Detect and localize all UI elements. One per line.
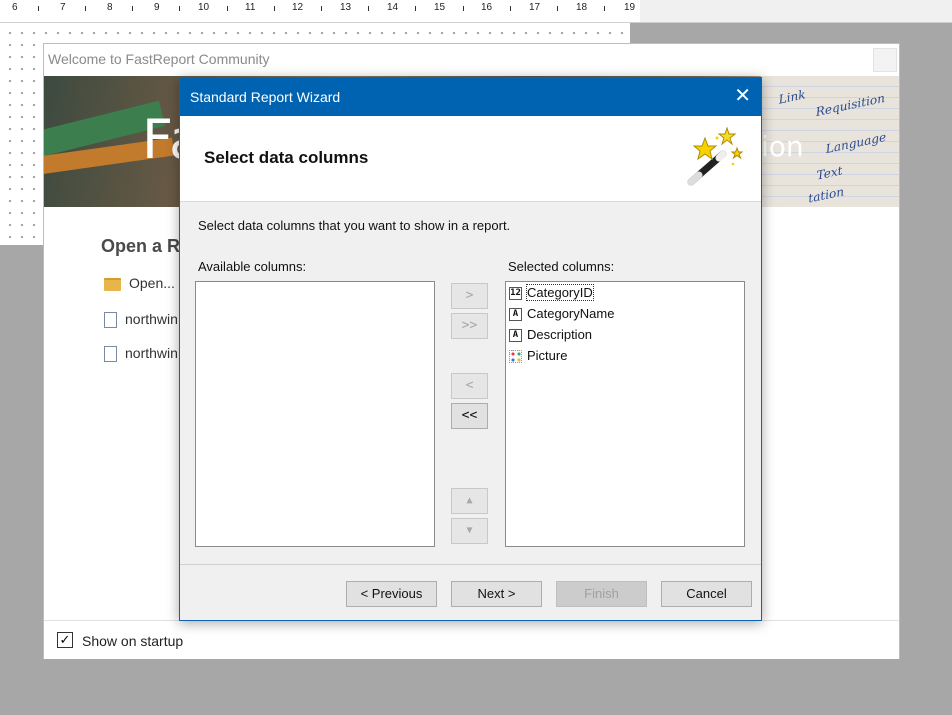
welcome-titlebar: Welcome to FastReport Community [44,44,899,76]
wizard-title: Standard Report Wizard [190,89,341,105]
close-icon[interactable]: ✕ [734,85,751,107]
wizard-header: Select data columns [180,116,761,202]
text-type-icon: A [509,308,522,322]
add-all-columns-button[interactable]: >> [451,313,488,339]
folder-icon [104,277,121,291]
ruler-tick [604,6,605,11]
ruler-number: 7 [60,2,66,13]
ruler-number: 10 [198,2,210,13]
ruler-number: 19 [624,2,636,13]
horizontal-ruler: 6 7 8 9 10 11 12 13 14 15 16 17 18 19 [0,0,952,23]
wizard-description: Select data columns that you want to sho… [198,218,511,233]
ruler-tick [179,6,180,11]
ruler-number: 6 [12,2,18,13]
ruler-tick [463,6,464,11]
show-on-startup-label[interactable]: Show on startup [82,633,183,649]
selected-columns-label: Selected columns: [508,259,615,274]
arrow-down-icon: ▼ [466,525,473,536]
list-item[interactable]: Picture [509,348,567,368]
add-column-button[interactable]: > [451,283,488,309]
list-item[interactable]: A CategoryName [509,306,614,326]
ruler-number: 11 [245,2,256,13]
ruler-number: 9 [154,2,160,13]
ruler-number: 8 [107,2,113,13]
ruler-number: 15 [434,2,446,13]
ruler-tick [321,6,322,11]
ruler-tick [227,6,228,11]
ruler-number: 17 [529,2,541,13]
column-name: CategoryID [526,284,594,301]
list-item[interactable]: 12 CategoryID [509,284,594,305]
document-icon [104,346,117,363]
numeric-type-icon: 12 [509,287,522,301]
ruler-number: 12 [292,2,304,13]
banner-paper-word: Link [777,87,807,107]
remove-all-columns-button[interactable]: << [451,403,488,429]
ruler-tick [415,6,416,11]
recent-item-label: northwin [125,345,178,361]
selected-columns-list[interactable]: 12 CategoryID A CategoryName A Description … [505,281,745,547]
column-name: Description [527,327,593,342]
move-up-button[interactable]: ▲ [451,488,488,514]
next-button[interactable]: Next > [451,581,542,607]
wizard-footer-divider [180,564,761,565]
welcome-close-button[interactable] [873,48,897,72]
recent-item-label: Open... [129,275,175,291]
wizard-step-heading: Select data columns [204,148,369,167]
ruler-tick [510,6,511,11]
cancel-button[interactable]: Cancel [661,581,752,607]
picture-type-icon [509,350,522,364]
ruler-tick [368,6,369,11]
column-name: CategoryName [527,306,615,321]
column-name: Picture [527,348,568,363]
ruler-tick [85,6,86,11]
list-item[interactable]: A Description [509,327,592,347]
banner-paper-word: Text [815,163,844,183]
ruler-tick [557,6,558,11]
document-icon [104,312,117,329]
banner-title-text: ion [761,130,804,163]
ruler-number: 16 [481,2,493,13]
ruler-strip: 6 7 8 9 10 11 12 13 14 15 16 17 18 19 [0,0,640,22]
wizard-titlebar: Standard Report Wizard ✕ [180,78,761,116]
recent-file-link[interactable]: northwin [104,345,178,365]
show-on-startup-checkbox[interactable]: ✓ [57,632,73,648]
recent-item-label: northwin [125,311,178,327]
open-file-link[interactable]: Open... [104,275,175,295]
ruler-number: 18 [576,2,588,13]
arrow-up-icon: ▲ [466,495,473,506]
banner-paper-word: Requisition [815,90,886,120]
move-down-button[interactable]: ▼ [451,518,488,544]
banner-paper-word: Language [825,129,887,157]
text-type-icon: A [509,329,522,343]
ruler-number: 14 [387,2,399,13]
welcome-footer: ✓ Show on startup [44,620,899,659]
magic-wand-icon [687,126,744,186]
ruler-tick [132,6,133,11]
ruler-tick [274,6,275,11]
available-columns-list[interactable] [195,281,435,547]
banner-paper-word: tation [807,184,845,206]
finish-button[interactable]: Finish [556,581,647,607]
previous-button[interactable]: < Previous [346,581,437,607]
welcome-title: Welcome to FastReport Community [48,51,270,67]
available-columns-label: Available columns: [198,259,307,274]
remove-column-button[interactable]: < [451,373,488,399]
standard-report-wizard-dialog: Standard Report Wizard ✕ Select data col… [179,77,762,621]
ruler-number: 13 [340,2,352,13]
recent-file-link[interactable]: northwin [104,311,178,331]
open-report-heading: Open a R [101,236,181,256]
ruler-tick [38,6,39,11]
